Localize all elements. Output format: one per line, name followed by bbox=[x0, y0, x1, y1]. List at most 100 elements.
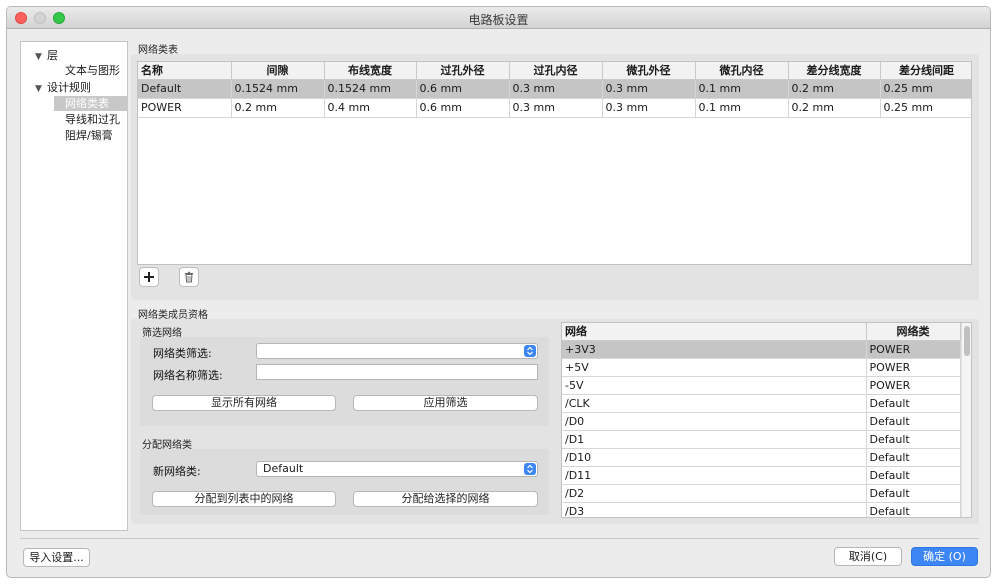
table-cell[interactable]: /CLK bbox=[562, 394, 867, 413]
table-cell[interactable]: 0.4 mm bbox=[324, 98, 417, 118]
table-cell[interactable]: 0.3 mm bbox=[602, 79, 696, 99]
column-header[interactable]: 微孔内径 bbox=[695, 62, 789, 80]
table-cell[interactable]: Default bbox=[866, 430, 961, 449]
new-netclass-value: Default bbox=[263, 462, 304, 475]
table-cell[interactable]: 0.1 mm bbox=[695, 79, 789, 99]
table-cell[interactable]: POWER bbox=[866, 340, 961, 359]
collapse-arrow-icon[interactable]: ▼ bbox=[35, 82, 47, 97]
table-row[interactable]: /D10 Default bbox=[562, 448, 961, 467]
table-cell[interactable]: 0.1524 mm bbox=[231, 79, 325, 99]
delete-net-class-button[interactable] bbox=[179, 267, 199, 287]
table-cell[interactable]: 0.2 mm bbox=[788, 79, 881, 99]
table-row[interactable]: +5V POWER bbox=[562, 358, 961, 377]
table-row[interactable]: -5V POWER bbox=[562, 376, 961, 395]
nets-scrollbar[interactable] bbox=[961, 323, 971, 517]
add-net-class-button[interactable] bbox=[139, 267, 159, 287]
table-cell[interactable]: Default bbox=[866, 412, 961, 431]
table-cell[interactable]: /D0 bbox=[562, 412, 867, 431]
table-row[interactable]: /D1 Default bbox=[562, 430, 961, 449]
table-cell[interactable]: -5V bbox=[562, 376, 867, 395]
select-stepper-icon bbox=[524, 463, 536, 475]
apply-filter-button[interactable]: 应用筛选 bbox=[353, 395, 538, 411]
table-row[interactable]: /D3 Default bbox=[562, 502, 961, 517]
table-cell[interactable]: 0.25 mm bbox=[880, 98, 971, 118]
column-header[interactable]: 网络 bbox=[562, 323, 867, 341]
new-netclass-select[interactable]: Default bbox=[256, 461, 538, 477]
assign-to-selected-nets-button[interactable]: 分配给选择的网络 bbox=[353, 491, 538, 507]
netname-filter-input[interactable] bbox=[256, 364, 538, 380]
table-cell[interactable]: /D1 bbox=[562, 430, 867, 449]
tree-item-label: 导线和过孔 bbox=[65, 113, 120, 126]
table-cell[interactable]: Default bbox=[866, 502, 961, 517]
column-header[interactable]: 间隙 bbox=[231, 62, 325, 80]
table-cell[interactable]: 0.3 mm bbox=[509, 98, 603, 118]
table-cell[interactable]: 0.1524 mm bbox=[324, 79, 417, 99]
tree-item-solder-mask-paste[interactable]: 阻焊/锡膏 bbox=[65, 128, 113, 143]
column-header[interactable]: 过孔内径 bbox=[509, 62, 603, 80]
window-title: 电路板设置 bbox=[468, 13, 529, 27]
nets-grid[interactable]: 网络 网络类 +3V3 POWER +5V POWER -5V POWER /CLK D… bbox=[561, 322, 972, 518]
table-row[interactable]: POWER 0.2 mm 0.4 mm 0.6 mm 0.3 mm 0.3 mm… bbox=[138, 98, 971, 118]
tree-item-layers[interactable]: ▼ 层 bbox=[35, 48, 58, 63]
table-cell[interactable]: 0.1 mm bbox=[695, 98, 789, 118]
net-classes-grid[interactable]: 名称 间隙 布线宽度 过孔外径 过孔内径 微孔外径 微孔内径 差分线宽度 差分线… bbox=[137, 61, 972, 265]
table-cell[interactable]: Default bbox=[866, 466, 961, 485]
tree-item-label: 层 bbox=[47, 49, 58, 62]
table-cell[interactable]: 0.6 mm bbox=[416, 98, 510, 118]
column-header[interactable]: 差分线宽度 bbox=[788, 62, 881, 80]
table-cell[interactable]: /D11 bbox=[562, 466, 867, 485]
table-cell[interactable]: 0.25 mm bbox=[880, 79, 971, 99]
ok-button[interactable]: 确定 (O) bbox=[911, 547, 978, 566]
table-row[interactable]: /D2 Default bbox=[562, 484, 961, 503]
table-cell[interactable]: 0.3 mm bbox=[509, 79, 603, 99]
table-row[interactable]: Default 0.1524 mm 0.1524 mm 0.6 mm 0.3 m… bbox=[138, 79, 971, 99]
table-cell[interactable]: Default bbox=[138, 79, 232, 99]
net-classes-table: 名称 间隙 布线宽度 过孔外径 过孔内径 微孔外径 微孔内径 差分线宽度 差分线… bbox=[138, 62, 971, 118]
column-header[interactable]: 过孔外径 bbox=[416, 62, 510, 80]
table-cell[interactable]: POWER bbox=[866, 376, 961, 395]
table-cell[interactable]: Default bbox=[866, 484, 961, 503]
table-header-row: 网络 网络类 bbox=[562, 323, 961, 341]
plus-icon bbox=[144, 272, 154, 282]
title-bar[interactable]: 电路板设置 bbox=[7, 7, 990, 29]
column-header[interactable]: 网络类 bbox=[866, 323, 961, 341]
table-cell[interactable]: 0.3 mm bbox=[602, 98, 696, 118]
table-cell[interactable]: /D2 bbox=[562, 484, 867, 503]
netclass-filter-label: 网络类筛选: bbox=[153, 347, 212, 360]
column-header[interactable]: 微孔外径 bbox=[602, 62, 696, 80]
show-all-nets-button[interactable]: 显示所有网络 bbox=[152, 395, 336, 411]
table-cell[interactable]: Default bbox=[866, 394, 961, 413]
tree-item-label: 设计规则 bbox=[47, 81, 91, 94]
table-row[interactable]: /CLK Default bbox=[562, 394, 961, 413]
tree-item-net-classes[interactable]: 网络类表 bbox=[54, 96, 128, 111]
table-row[interactable]: /D11 Default bbox=[562, 466, 961, 485]
table-cell[interactable]: 0.6 mm bbox=[416, 79, 510, 99]
column-header[interactable]: 差分线间距 bbox=[880, 62, 971, 80]
table-cell[interactable]: /D3 bbox=[562, 502, 867, 517]
import-settings-button[interactable]: 导入设置... bbox=[23, 548, 90, 567]
table-cell[interactable]: +3V3 bbox=[562, 340, 867, 359]
assign-to-listed-nets-button[interactable]: 分配到列表中的网络 bbox=[152, 491, 336, 507]
collapse-arrow-icon[interactable]: ▼ bbox=[35, 50, 47, 65]
netclass-filter-select[interactable] bbox=[256, 343, 538, 359]
table-cell[interactable]: POWER bbox=[138, 98, 232, 118]
table-row[interactable]: +3V3 POWER bbox=[562, 340, 961, 359]
table-cell[interactable]: /D10 bbox=[562, 448, 867, 467]
tree-item-tracks-vias[interactable]: 导线和过孔 bbox=[65, 112, 120, 127]
table-row[interactable]: /D0 Default bbox=[562, 412, 961, 431]
board-setup-window: 电路板设置 ▼ 层 文本与图形 ▼ 设计规则 网络类表 导线和过孔 阻焊/锡膏 网络… bbox=[6, 6, 991, 578]
tree-item-design-rules[interactable]: ▼ 设计规则 bbox=[35, 80, 91, 95]
table-cell[interactable]: Default bbox=[866, 448, 961, 467]
cancel-button[interactable]: 取消(C) bbox=[834, 547, 902, 566]
table-cell[interactable]: POWER bbox=[866, 358, 961, 377]
table-cell[interactable]: +5V bbox=[562, 358, 867, 377]
table-cell[interactable]: 0.2 mm bbox=[231, 98, 325, 118]
table-cell[interactable]: 0.2 mm bbox=[788, 98, 881, 118]
column-header[interactable]: 名称 bbox=[138, 62, 232, 80]
tree-item-text-graphics[interactable]: 文本与图形 bbox=[65, 63, 120, 78]
table-header-row: 名称 间隙 布线宽度 过孔外径 过孔内径 微孔外径 微孔内径 差分线宽度 差分线… bbox=[138, 62, 971, 80]
netname-filter-label: 网络名称筛选: bbox=[153, 369, 223, 382]
settings-tree[interactable]: ▼ 层 文本与图形 ▼ 设计规则 网络类表 导线和过孔 阻焊/锡膏 bbox=[20, 41, 128, 531]
column-header[interactable]: 布线宽度 bbox=[324, 62, 417, 80]
scrollbar-thumb[interactable] bbox=[964, 326, 970, 356]
